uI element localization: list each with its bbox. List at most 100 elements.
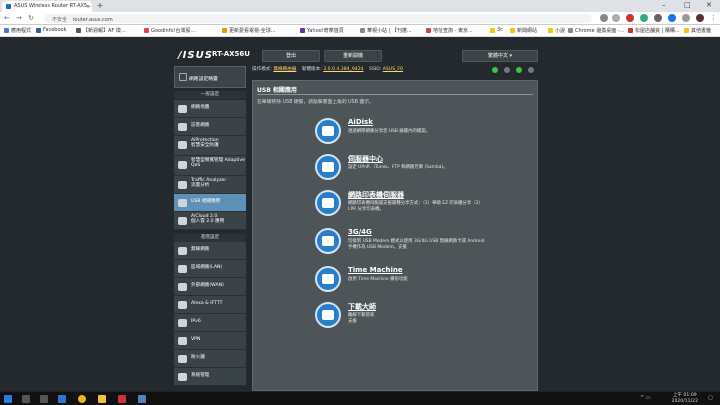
general-header: 一般設定 bbox=[174, 91, 246, 99]
bookmark-item[interactable]: 【新週報】AF 徵... bbox=[76, 27, 126, 34]
aidisk-link[interactable]: AiDisk bbox=[348, 118, 373, 126]
sidebar-item-guest-network[interactable]: 訪客網路 bbox=[174, 118, 246, 136]
operation-mode-link[interactable]: 無線路由器 bbox=[273, 67, 296, 72]
download-master-item[interactable]: 下載大師 離線下載管家 支援 bbox=[315, 301, 505, 331]
status-internet-icon[interactable] bbox=[516, 67, 522, 73]
aidisk-icon[interactable] bbox=[315, 118, 341, 144]
printer-icon[interactable] bbox=[315, 190, 341, 216]
reload-icon[interactable]: ↻ bbox=[28, 14, 34, 22]
bookmark-folder[interactable]: 3c bbox=[490, 27, 503, 33]
sidebar-item-traffic-analyzer[interactable]: Traffic Analyzer 流量分析 bbox=[174, 176, 246, 194]
extension-icon[interactable] bbox=[640, 14, 648, 22]
bookmark-item[interactable]: Yahoo!奇摩首頁 bbox=[300, 27, 344, 34]
close-tab-icon[interactable]: ✕ bbox=[86, 4, 90, 10]
server-center-link[interactable]: 伺服器中心 bbox=[348, 154, 383, 164]
network-tray-icon[interactable]: ^ ▭ bbox=[640, 395, 651, 401]
profile-avatar[interactable] bbox=[696, 14, 704, 22]
forward-icon[interactable]: → bbox=[16, 14, 22, 22]
modem-icon[interactable] bbox=[315, 228, 341, 254]
sidebar-item-lan[interactable]: 區域網路(LAN) bbox=[174, 260, 246, 278]
sidebar-item-administration[interactable]: 系統管理 bbox=[174, 368, 246, 386]
sidebar-item-aicloud[interactable]: AiCloud 2.0 個人雲 2.0 應用 bbox=[174, 212, 246, 230]
status-settings-icon[interactable] bbox=[492, 67, 498, 73]
app-icon[interactable] bbox=[138, 395, 146, 403]
page-title: USB 相關應用 bbox=[257, 87, 297, 94]
firmware-version-link[interactable]: 3.0.0.4.384_9424 bbox=[323, 67, 363, 72]
sidebar-item-vpn[interactable]: VPN bbox=[174, 332, 246, 350]
bookmark-item[interactable]: Goodinfo!台灣股... bbox=[144, 27, 195, 34]
minimize-icon[interactable]: – bbox=[662, 1, 666, 9]
sidebar-item-firewall[interactable]: 防火牆 bbox=[174, 350, 246, 368]
extensions-puzzle-icon[interactable] bbox=[682, 14, 690, 22]
close-window-icon[interactable]: ✕ bbox=[706, 1, 712, 9]
address-bar: ← → ↻ 不安全 router.asus.com ⋮ bbox=[0, 12, 720, 25]
usb-icon bbox=[178, 199, 187, 207]
windows-taskbar: ^ ▭ 上午 01:09 2020/11/22 ▢ bbox=[0, 391, 720, 405]
browser-tab-strip: ASUS Wireless Router RT-AX5... ✕ + – □ ✕ bbox=[0, 0, 720, 12]
server-center-icon[interactable] bbox=[315, 154, 341, 180]
sidebar-item-alexa[interactable]: Alexa & IFTTT bbox=[174, 296, 246, 314]
reboot-button[interactable]: 重新開機 bbox=[324, 50, 382, 62]
task-view-icon[interactable] bbox=[40, 395, 48, 403]
sidebar-item-wireless[interactable]: 無線網路 bbox=[174, 242, 246, 260]
download-master-icon[interactable] bbox=[315, 302, 341, 328]
sidebar-item-aiprotection[interactable]: AiProtection 智慧安全防護 bbox=[174, 136, 246, 156]
bookmark-apps[interactable]: 應用程式 bbox=[4, 27, 31, 34]
sidebar-item-wan[interactable]: 外部網路(WAN) bbox=[174, 278, 246, 296]
sidebar-item-qos[interactable]: 智慧型頻寬管理 Adaptive QoS bbox=[174, 156, 246, 176]
chrome-icon[interactable] bbox=[78, 395, 86, 403]
extension-icon[interactable] bbox=[654, 14, 662, 22]
browser-tab[interactable]: ASUS Wireless Router RT-AX5... ✕ bbox=[2, 1, 92, 12]
system-clock[interactable]: 上午 01:09 2020/11/22 bbox=[672, 393, 698, 405]
asus-logo: /ISUS bbox=[178, 50, 213, 61]
menu-icon[interactable]: ⋮ bbox=[710, 14, 717, 22]
time-machine-item[interactable]: Time Machine 啟用 Time Machine 備份功能 bbox=[315, 265, 505, 295]
edge-icon[interactable] bbox=[58, 395, 66, 403]
app-icon[interactable] bbox=[118, 395, 126, 403]
url-input[interactable]: 不安全 router.asus.com bbox=[44, 14, 592, 23]
search-icon[interactable] bbox=[22, 395, 30, 403]
aidisk-item[interactable]: AiDisk 透過網際網路分享您 USB 磁碟內的檔案。 bbox=[315, 117, 505, 147]
windows-start-icon[interactable] bbox=[4, 395, 12, 403]
new-tab-button[interactable]: + bbox=[96, 2, 104, 10]
status-usb-icon[interactable] bbox=[528, 67, 534, 73]
bookmark-facebook[interactable]: Facebook bbox=[36, 27, 67, 33]
sidebar: 網路設定精靈 一般設定 網路地圖 訪客網路 AiProtection 智慧安全防… bbox=[174, 66, 246, 391]
server-center-item[interactable]: 伺服器中心 設定 UPnP、iTunes、FTP 和網路芳鄰 (Samba)。 bbox=[315, 153, 505, 183]
quick-setup-button[interactable]: 網路設定精靈 bbox=[174, 66, 246, 88]
bookmark-folder[interactable]: 新聞網站 bbox=[510, 27, 537, 34]
bookmark-item[interactable]: Chrome 邊換桌面 -... bbox=[568, 27, 624, 34]
advanced-header: 進階設定 bbox=[174, 234, 246, 242]
bookmark-folder[interactable]: 小說 bbox=[548, 27, 565, 34]
3g4g-item[interactable]: 3G/4G 切換到 USB Modem 模式以使用 3G/4G USB 無線網路… bbox=[315, 227, 505, 257]
printer-server-link[interactable]: 網路印表機伺服器 bbox=[348, 190, 404, 200]
notification-icon[interactable]: ▢ bbox=[708, 395, 713, 401]
logout-button[interactable]: 登出 bbox=[262, 50, 320, 62]
star-icon[interactable] bbox=[612, 14, 620, 22]
sidebar-item-ipv6[interactable]: IPv6 bbox=[174, 314, 246, 332]
extension-icon[interactable] bbox=[668, 14, 676, 22]
bookmark-item[interactable]: 松屋店舗資 | 購購... bbox=[628, 27, 680, 34]
guest-network-icon bbox=[178, 123, 187, 131]
bookmark-item[interactable]: 地址查詢 - 東京... bbox=[426, 27, 473, 34]
bookmark-item[interactable]: 華視小站 | 【刊蓬... bbox=[360, 27, 412, 34]
ssid-link[interactable]: ASUS_F0 bbox=[383, 67, 403, 72]
sidebar-item-usb[interactable]: USB 相關應用 bbox=[174, 194, 246, 212]
translate-icon[interactable] bbox=[600, 14, 608, 22]
status-client-icon[interactable] bbox=[504, 67, 510, 73]
cloud-icon bbox=[178, 217, 187, 225]
time-machine-icon[interactable] bbox=[315, 266, 341, 292]
extension-icon[interactable] bbox=[626, 14, 634, 22]
back-icon[interactable]: ← bbox=[4, 14, 10, 22]
maximize-icon[interactable]: □ bbox=[684, 1, 691, 9]
bookmark-item[interactable]: 更新愛看電視-全球... bbox=[222, 27, 276, 34]
other-bookmarks[interactable]: 其他書籤 bbox=[684, 27, 711, 34]
time-machine-link[interactable]: Time Machine bbox=[348, 266, 403, 274]
sidebar-item-network-map[interactable]: 網路地圖 bbox=[174, 100, 246, 118]
download-master-link[interactable]: 下載大師 bbox=[348, 302, 376, 312]
file-explorer-icon[interactable] bbox=[98, 395, 106, 403]
printer-server-item[interactable]: 網路印表機伺服器 網路印表機伺服器支援兩種分享方式：（1）華碩 EZ 印表機分享… bbox=[315, 189, 505, 219]
language-select[interactable]: 繁體中文 ▾ bbox=[462, 50, 538, 62]
3g4g-link[interactable]: 3G/4G bbox=[348, 228, 372, 236]
admin-icon bbox=[178, 373, 187, 381]
